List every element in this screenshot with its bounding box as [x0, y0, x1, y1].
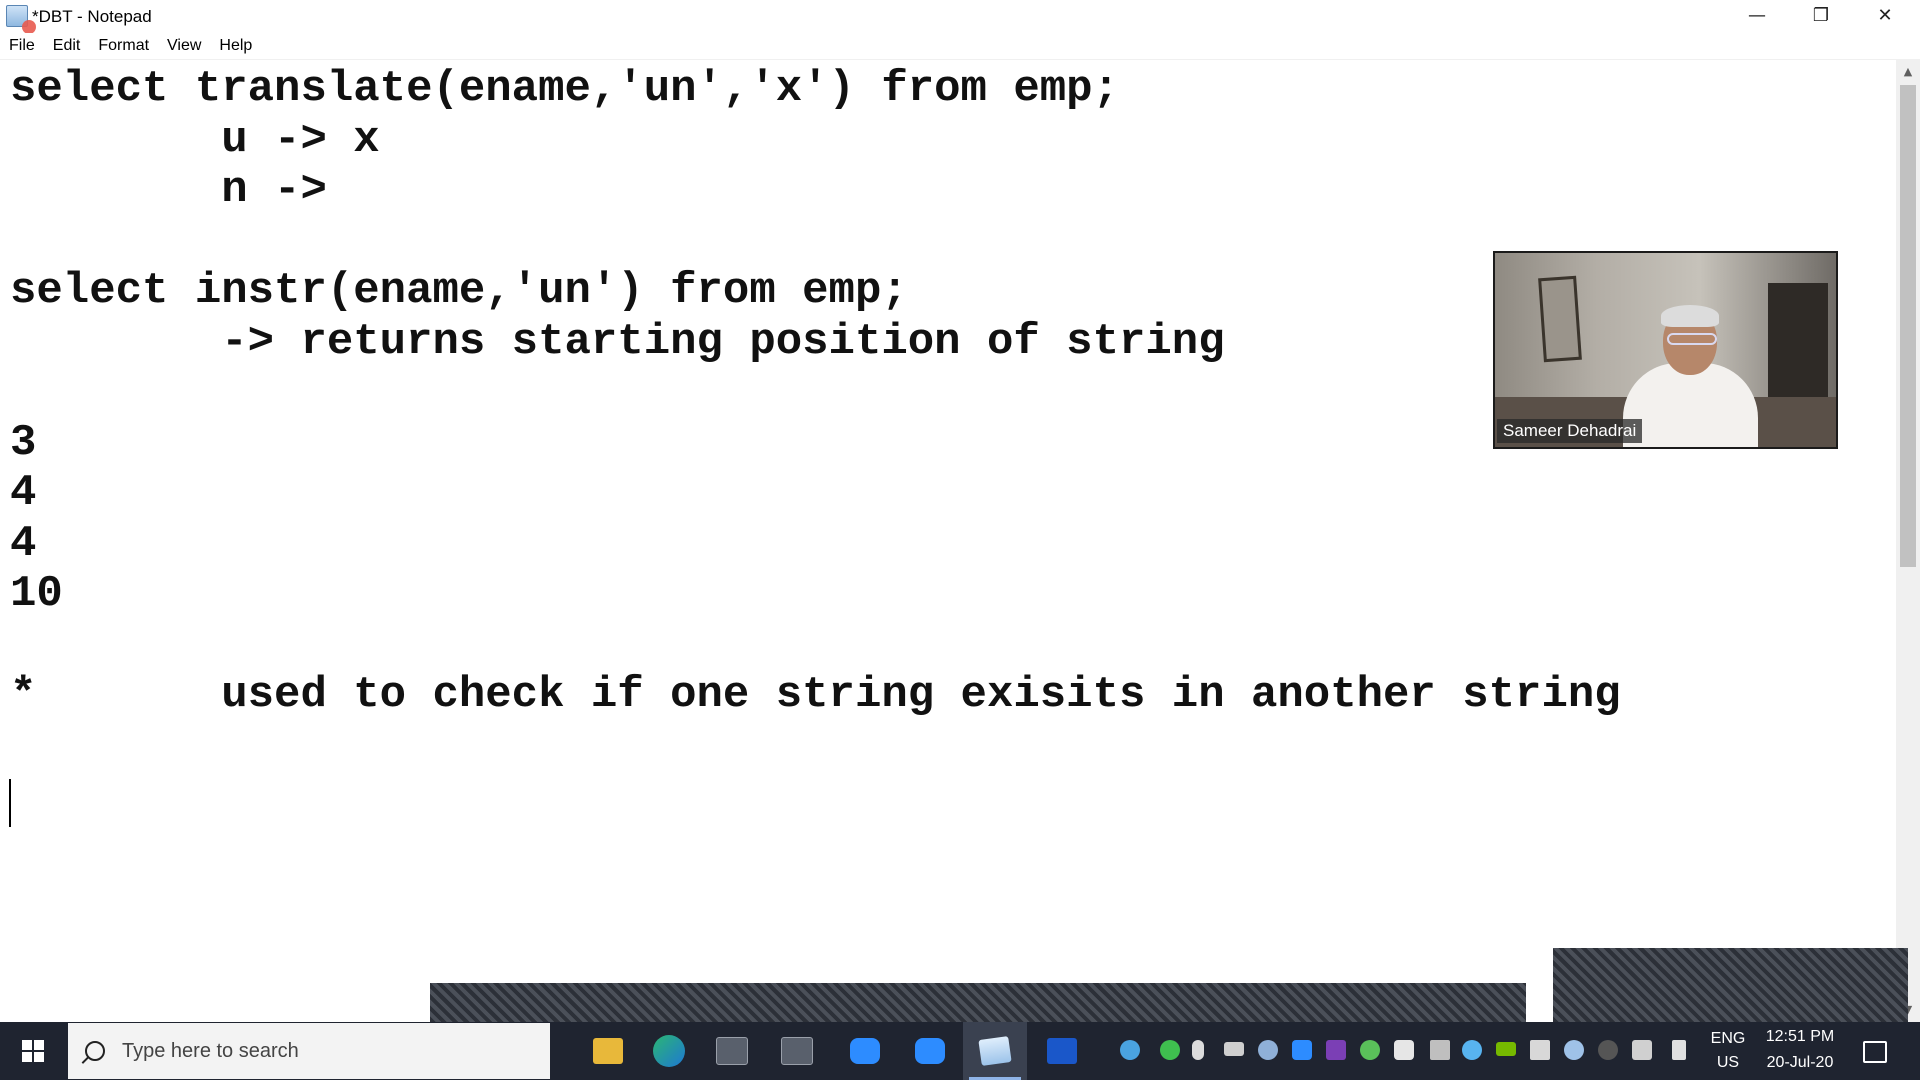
editor-line-3: n -> — [10, 165, 327, 215]
text-editor-area[interactable]: select translate(ename,'un','x') from em… — [0, 60, 1896, 1022]
edge-browser-icon — [653, 1035, 685, 1067]
participant-name-label: Sameer Dehadrai — [1497, 419, 1643, 443]
menu-help[interactable]: Help — [210, 37, 261, 55]
sql-console-icon — [716, 1037, 748, 1065]
hatched-overlay-bottom — [430, 983, 1526, 1022]
zoom-tray-icon[interactable] — [1292, 1040, 1312, 1060]
zoom-icon — [915, 1038, 945, 1064]
title-bar: *DBT - Notepad — ❐ ✕ — [0, 0, 1920, 34]
language-indicator-top[interactable]: ENG — [1706, 1030, 1750, 1048]
bluetooth-icon[interactable] — [1598, 1040, 1618, 1060]
onenote-icon[interactable] — [1326, 1040, 1346, 1060]
notepad-icon — [978, 1036, 1012, 1066]
video-thumbnail[interactable]: Sameer Dehadrai — [1493, 251, 1838, 449]
text-caret — [9, 779, 11, 827]
clock-time[interactable]: 12:51 PM — [1756, 1028, 1844, 1046]
menu-edit[interactable]: Edit — [44, 37, 90, 55]
security-icon[interactable] — [1394, 1040, 1414, 1060]
pen-icon[interactable] — [1672, 1040, 1686, 1060]
help-icon[interactable] — [1120, 1040, 1140, 1060]
editor-line-6: -> returns starting position of string — [10, 317, 1225, 367]
update-icon[interactable] — [1360, 1040, 1380, 1060]
scrollbar-thumb[interactable] — [1900, 85, 1916, 567]
sql-console-icon — [781, 1037, 813, 1065]
device-icon[interactable] — [1530, 1040, 1550, 1060]
shield-check-icon[interactable] — [1160, 1040, 1180, 1060]
taskbar-notepad[interactable] — [963, 1022, 1027, 1080]
whiteboard-icon — [1047, 1038, 1077, 1064]
taskbar-whiteboard[interactable] — [1030, 1022, 1094, 1080]
window-title: *DBT - Notepad — [32, 7, 152, 26]
folder-icon — [593, 1038, 623, 1064]
taskbar-search-box[interactable]: Type here to search — [68, 1023, 550, 1079]
taskbar-edge[interactable] — [637, 1022, 701, 1080]
editor-line-9: 4 — [10, 468, 37, 518]
taskbar-zoom-1[interactable] — [833, 1022, 897, 1080]
hatched-overlay-right — [1553, 948, 1908, 1022]
menu-view[interactable]: View — [158, 37, 210, 55]
taskbar-sql-window-1[interactable] — [700, 1022, 764, 1080]
language-indicator-bottom[interactable]: US — [1706, 1054, 1750, 1072]
network-icon[interactable] — [1430, 1040, 1450, 1060]
taskbar-zoom-2[interactable] — [898, 1022, 962, 1080]
participant-glasses — [1667, 333, 1717, 345]
microphone-icon[interactable] — [1192, 1040, 1204, 1060]
scroll-up-icon[interactable]: ▲ — [1896, 62, 1920, 80]
zoom-icon — [850, 1038, 880, 1064]
windows-logo-icon — [22, 1040, 44, 1062]
vertical-scrollbar[interactable]: ▲ ▼ — [1896, 60, 1920, 1022]
battery-icon[interactable] — [1224, 1042, 1244, 1056]
clock-date[interactable]: 20-Jul-20 — [1756, 1054, 1844, 1072]
menu-file[interactable]: File — [0, 37, 44, 55]
participant-hair — [1661, 305, 1719, 327]
video-background-frame — [1538, 275, 1582, 363]
editor-line-5: select instr(ename,'un') from emp; — [10, 266, 908, 316]
taskbar-sql-window-2[interactable] — [765, 1022, 829, 1080]
cloud-icon[interactable] — [1564, 1040, 1584, 1060]
nvidia-icon[interactable] — [1496, 1042, 1516, 1056]
start-button[interactable] — [0, 1022, 66, 1080]
notifications-icon[interactable] — [1863, 1041, 1887, 1063]
taskbar: Type here to search ENG US 12:51 PM 20-J… — [0, 1022, 1920, 1080]
search-placeholder: Type here to search — [122, 1039, 299, 1062]
close-button[interactable]: ✕ — [1854, 0, 1916, 31]
steam-icon[interactable] — [1258, 1040, 1278, 1060]
restore-button[interactable]: ❐ — [1790, 0, 1852, 31]
taskbar-file-explorer[interactable] — [576, 1022, 640, 1080]
participant-body — [1623, 363, 1758, 447]
menu-format[interactable]: Format — [89, 37, 158, 55]
editor-line-10: 4 — [10, 519, 37, 569]
editor-line-2: u -> x — [10, 115, 380, 165]
snowflake-icon[interactable] — [1462, 1040, 1482, 1060]
editor-line-11: 10 — [10, 569, 63, 619]
volume-icon[interactable] — [1632, 1040, 1652, 1060]
editor-line-1: select translate(ename,'un','x') from em… — [10, 64, 1119, 114]
editor-line-13: * used to check if one string exisits in… — [10, 670, 1621, 720]
minimize-button[interactable]: — — [1726, 0, 1788, 31]
search-icon — [85, 1041, 105, 1061]
editor-line-8: 3 — [10, 418, 37, 468]
menu-bar: File Edit Format View Help — [0, 33, 1920, 59]
